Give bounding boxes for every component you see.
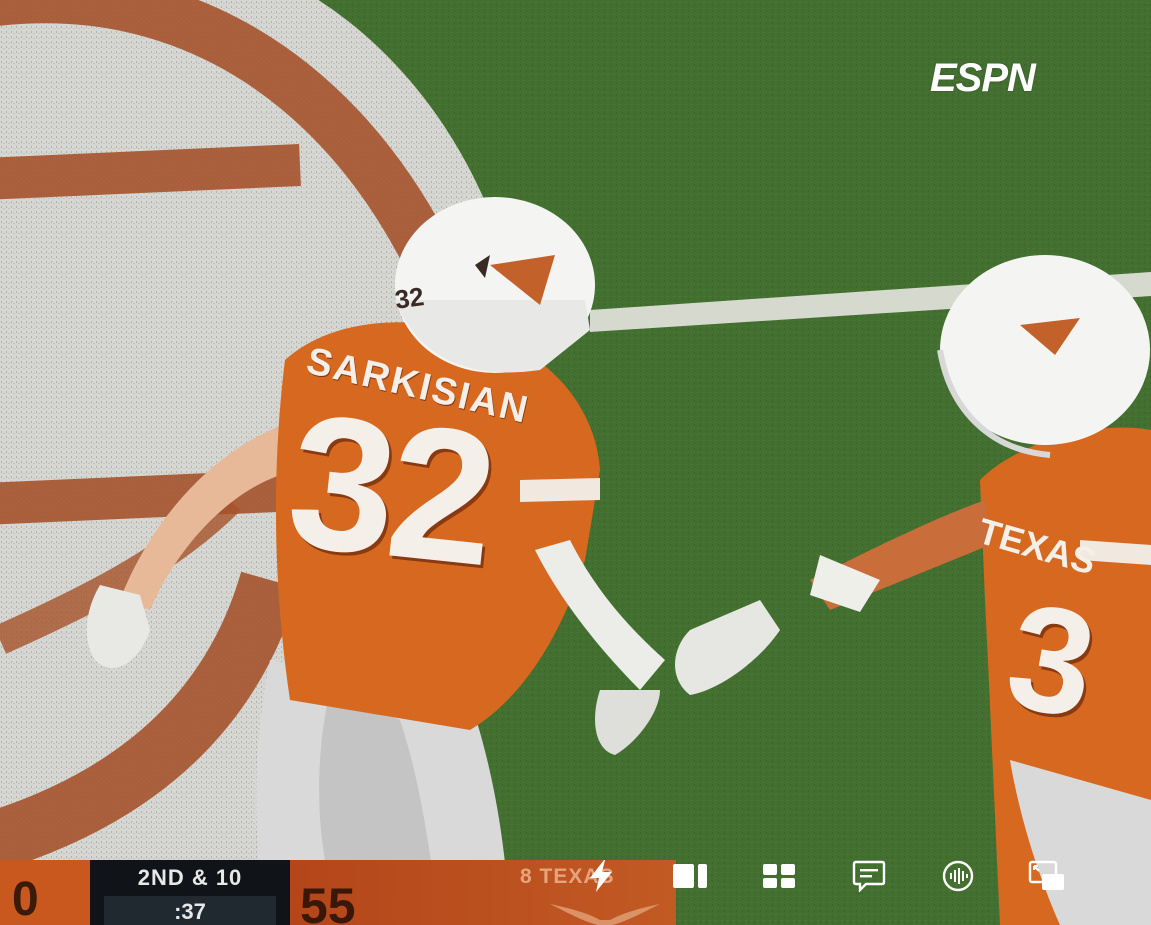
player-controls <box>0 855 1151 901</box>
pip-icon <box>1028 860 1064 890</box>
audio-button[interactable] <box>938 855 978 897</box>
video-player[interactable]: SARKISIAN 32 32 TEXAS 3 ESPN 0 2ND & 10 … <box>0 0 1151 925</box>
pip-button[interactable] <box>1027 855 1067 897</box>
split-view-icon <box>673 864 707 888</box>
jersey-number: 32 <box>279 374 500 606</box>
lightning-icon <box>590 860 612 892</box>
grid-icon <box>763 864 795 888</box>
longhorn-logo <box>550 904 660 925</box>
helmet-number: 32 <box>392 281 426 315</box>
espn-logo: ESPN <box>930 56 1036 100</box>
live-button[interactable] <box>581 855 621 897</box>
video-frame <box>0 0 1151 925</box>
captions-button[interactable] <box>849 855 889 897</box>
multiview-button[interactable] <box>759 855 799 897</box>
audio-icon <box>942 860 974 892</box>
split-view-button[interactable] <box>670 855 710 897</box>
captions-icon <box>852 860 886 892</box>
